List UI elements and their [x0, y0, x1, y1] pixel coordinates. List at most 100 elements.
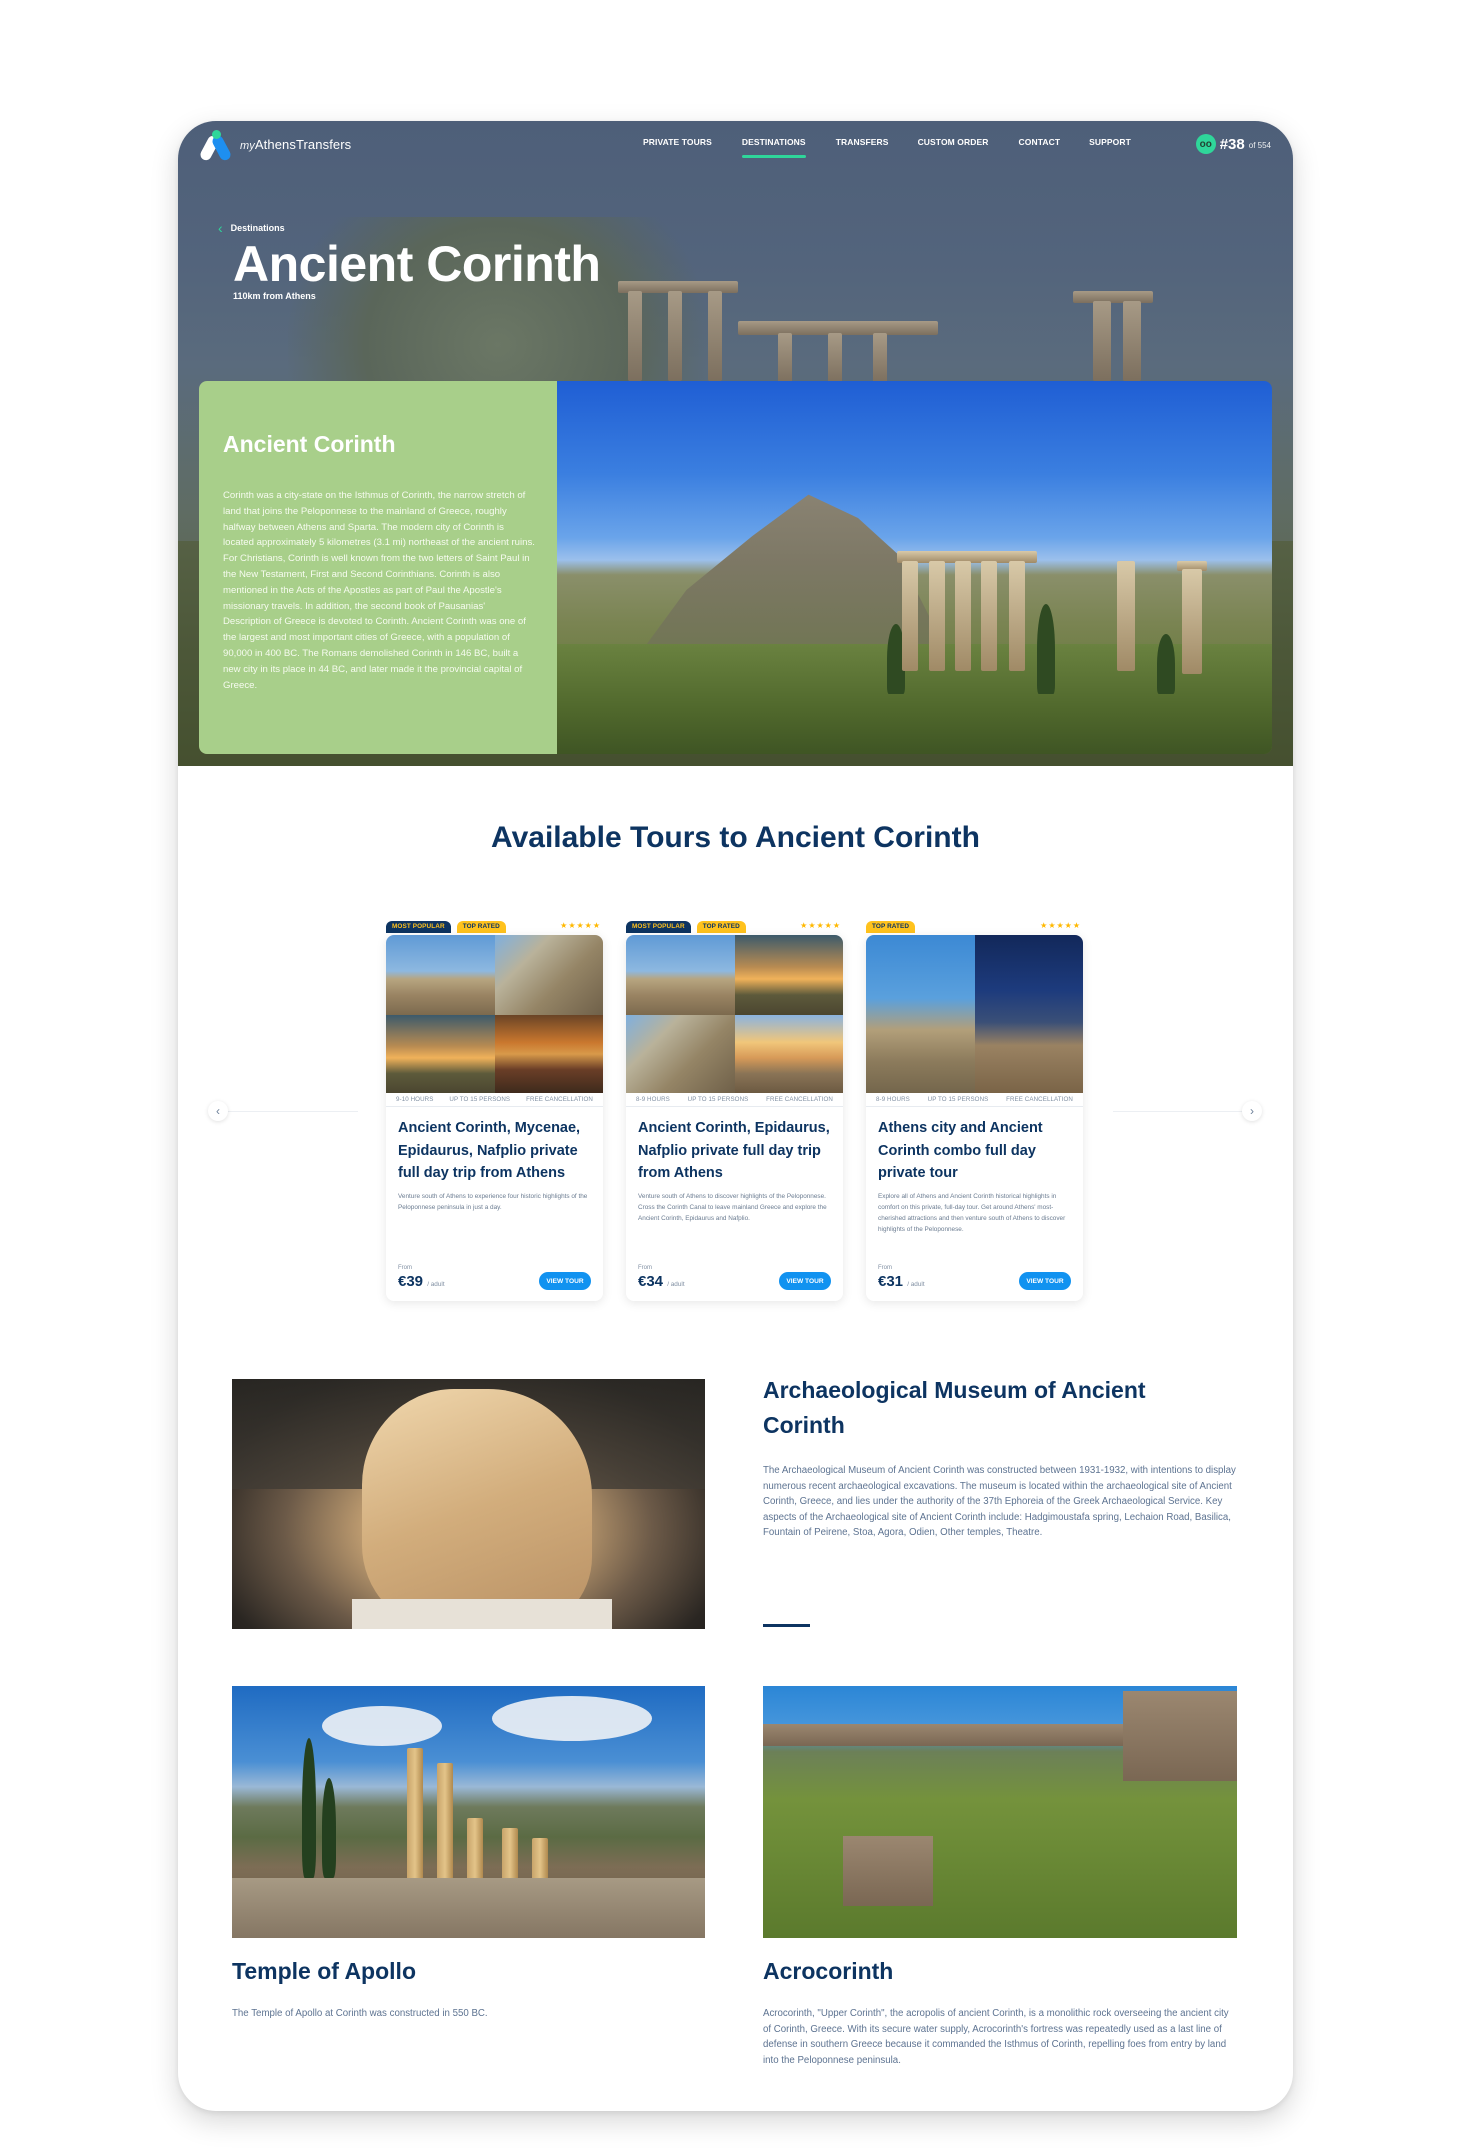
tour-capacity: UP TO 15 PERSONS	[927, 1096, 989, 1103]
hero-ruin	[708, 291, 722, 381]
tour-photo	[626, 1015, 735, 1093]
tour-cancellation: FREE CANCELLATION	[526, 1096, 593, 1103]
tripadvisor-owl-icon: oo	[1195, 134, 1216, 154]
photo-cypress	[322, 1778, 336, 1878]
acrocorinth-title: Acrocorinth	[763, 1958, 894, 1984]
top-navigation: myAthensTransfers PRIVATE TOURS DESTINAT…	[178, 121, 1293, 181]
nav-link-transfers[interactable]: TRANSFERS	[836, 137, 889, 155]
slider-prev-button[interactable]: ‹	[208, 1101, 228, 1121]
section-divider	[763, 1624, 810, 1627]
photo-tree	[1037, 604, 1055, 694]
hero-ruin	[1093, 301, 1111, 381]
tour-duration: 8-9 HOURS	[636, 1096, 670, 1103]
rank-number: #38	[1219, 135, 1245, 153]
rank-total: of 554	[1248, 141, 1271, 150]
tour-image-collage	[626, 935, 843, 1093]
photo-statue	[362, 1389, 592, 1629]
chevron-left-icon: ‹	[218, 220, 223, 236]
tour-tags: TOP RATED ★★★★★	[866, 921, 1083, 935]
hero-ruin	[1073, 291, 1153, 303]
tour-cancellation: FREE CANCELLATION	[766, 1096, 833, 1103]
star-rating: ★★★★★	[560, 921, 601, 930]
tour-description: Venture south of Athens to discover high…	[638, 1192, 827, 1223]
slider-track-right	[1113, 1111, 1250, 1112]
top-rated-badge: TOP RATED	[456, 921, 506, 933]
tour-photo	[734, 1015, 843, 1093]
view-tour-button[interactable]: VIEW TOUR	[1019, 1272, 1071, 1290]
price-from-label: From	[878, 1265, 892, 1271]
tour-photo	[494, 935, 603, 1015]
tour-cancellation: FREE CANCELLATION	[1006, 1096, 1073, 1103]
museum-statue-photo	[232, 1379, 705, 1629]
tour-meta: 9-10 HOURS UP TO 15 PERSONS FREE CANCELL…	[386, 1093, 603, 1107]
photo-floor	[232, 1878, 705, 1938]
breadcrumb-destinations[interactable]: Destinations	[231, 223, 285, 233]
nav-link-contact[interactable]: CONTACT	[1019, 137, 1061, 155]
photo-cloud	[492, 1696, 652, 1741]
photo-statue-base	[352, 1599, 612, 1629]
tour-name[interactable]: Athens city and Ancient Corinth combo fu…	[866, 1107, 1083, 1185]
chevron-right-icon: ›	[1250, 1104, 1254, 1118]
intro-card: Ancient Corinth Corinth was a city-state…	[199, 381, 1272, 754]
tour-card: MOST POPULAR TOP RATED ★★★★★ 9-10 HOURS …	[386, 921, 603, 1301]
tour-photo	[734, 935, 843, 1015]
temple-of-apollo-title: Temple of Apollo	[232, 1958, 416, 1984]
view-tour-button[interactable]: VIEW TOUR	[539, 1272, 591, 1290]
temple-of-apollo-photo	[232, 1686, 705, 1938]
tour-meta: 8-9 HOURS UP TO 15 PERSONS FREE CANCELLA…	[626, 1093, 843, 1107]
tour-photo	[386, 935, 495, 1015]
page-title: Ancient Corinth	[233, 236, 601, 292]
tour-card-body[interactable]: 8-9 HOURS UP TO 15 PERSONS FREE CANCELLA…	[626, 935, 843, 1301]
photo-column	[1182, 569, 1202, 674]
photo-column	[1009, 561, 1025, 671]
photo-column	[1117, 561, 1135, 671]
logo-text: myAthensTransfers	[240, 136, 352, 152]
view-tour-button[interactable]: VIEW TOUR	[779, 1272, 831, 1290]
hero-ruin	[668, 291, 682, 381]
tour-description: Explore all of Athens and Ancient Corint…	[878, 1192, 1066, 1234]
nav-links: PRIVATE TOURS DESTINATIONS TRANSFERS CUS…	[643, 137, 1131, 158]
slider-track-left	[222, 1111, 358, 1112]
photo-column	[902, 561, 918, 671]
tour-description: Venture south of Athens to experience fo…	[398, 1192, 588, 1211]
tour-name[interactable]: Ancient Corinth, Mycenae, Epidaurus, Naf…	[386, 1107, 603, 1185]
intro-text: Corinth was a city-state on the Isthmus …	[223, 490, 535, 691]
tour-card-body[interactable]: 8-9 HOURS UP TO 15 PERSONS FREE CANCELLA…	[866, 935, 1083, 1301]
tour-price: €31 / adult	[878, 1273, 925, 1290]
photo-tree	[1157, 634, 1175, 694]
star-rating: ★★★★★	[800, 921, 841, 930]
acrocorinth-text: Acrocorinth, "Upper Corinth", the acropo…	[763, 2008, 1229, 2066]
nav-link-destinations[interactable]: DESTINATIONS	[741, 137, 806, 158]
breadcrumb[interactable]: ‹ Destinations	[218, 221, 285, 235]
nav-link-private-tours[interactable]: PRIVATE TOURS	[643, 137, 712, 155]
hero-section: myAthensTransfers PRIVATE TOURS DESTINAT…	[178, 121, 1293, 766]
tour-photo	[974, 935, 1083, 1093]
photo-pillar	[407, 1748, 423, 1898]
top-rated-badge: TOP RATED	[696, 921, 746, 933]
tour-tags: MOST POPULAR TOP RATED ★★★★★	[386, 921, 603, 935]
tour-photo	[494, 1015, 603, 1093]
tripadvisor-rank[interactable]: oo #38 of 554	[1195, 134, 1271, 154]
photo-fortress-gate	[1123, 1691, 1237, 1781]
intro-title: Ancient Corinth	[223, 431, 396, 457]
hero-ruin	[628, 291, 642, 381]
slider-next-button[interactable]: ›	[1242, 1101, 1262, 1121]
nav-link-custom-order[interactable]: CUSTOM ORDER	[918, 137, 989, 155]
tour-card-body[interactable]: 9-10 HOURS UP TO 15 PERSONS FREE CANCELL…	[386, 935, 603, 1301]
tour-card: TOP RATED ★★★★★ 8-9 HOURS UP TO 15 PERSO…	[866, 921, 1083, 1301]
tour-duration: 9-10 HOURS	[396, 1096, 434, 1103]
tour-name[interactable]: Ancient Corinth, Epidaurus, Nafplio priv…	[626, 1107, 843, 1185]
tour-price: €34 / adult	[638, 1273, 685, 1290]
site-logo[interactable]: myAthensTransfers	[198, 129, 352, 163]
star-rating: ★★★★★	[1040, 921, 1081, 930]
most-popular-badge: MOST POPULAR	[386, 921, 451, 933]
temple-of-apollo-text: The Temple of Apollo at Corinth was cons…	[232, 2008, 488, 2019]
intro-text-panel: Ancient Corinth Corinth was a city-state…	[199, 381, 557, 754]
price-from-label: From	[398, 1265, 412, 1271]
nav-link-support[interactable]: SUPPORT	[1089, 137, 1131, 155]
distance-subtitle: 110km from Athens	[233, 291, 316, 301]
tours-section-title: Available Tours to Ancient Corinth	[491, 821, 980, 854]
chevron-left-icon: ‹	[216, 1104, 220, 1118]
price-from-label: From	[638, 1265, 652, 1271]
page-frame: myAthensTransfers PRIVATE TOURS DESTINAT…	[178, 121, 1293, 2111]
